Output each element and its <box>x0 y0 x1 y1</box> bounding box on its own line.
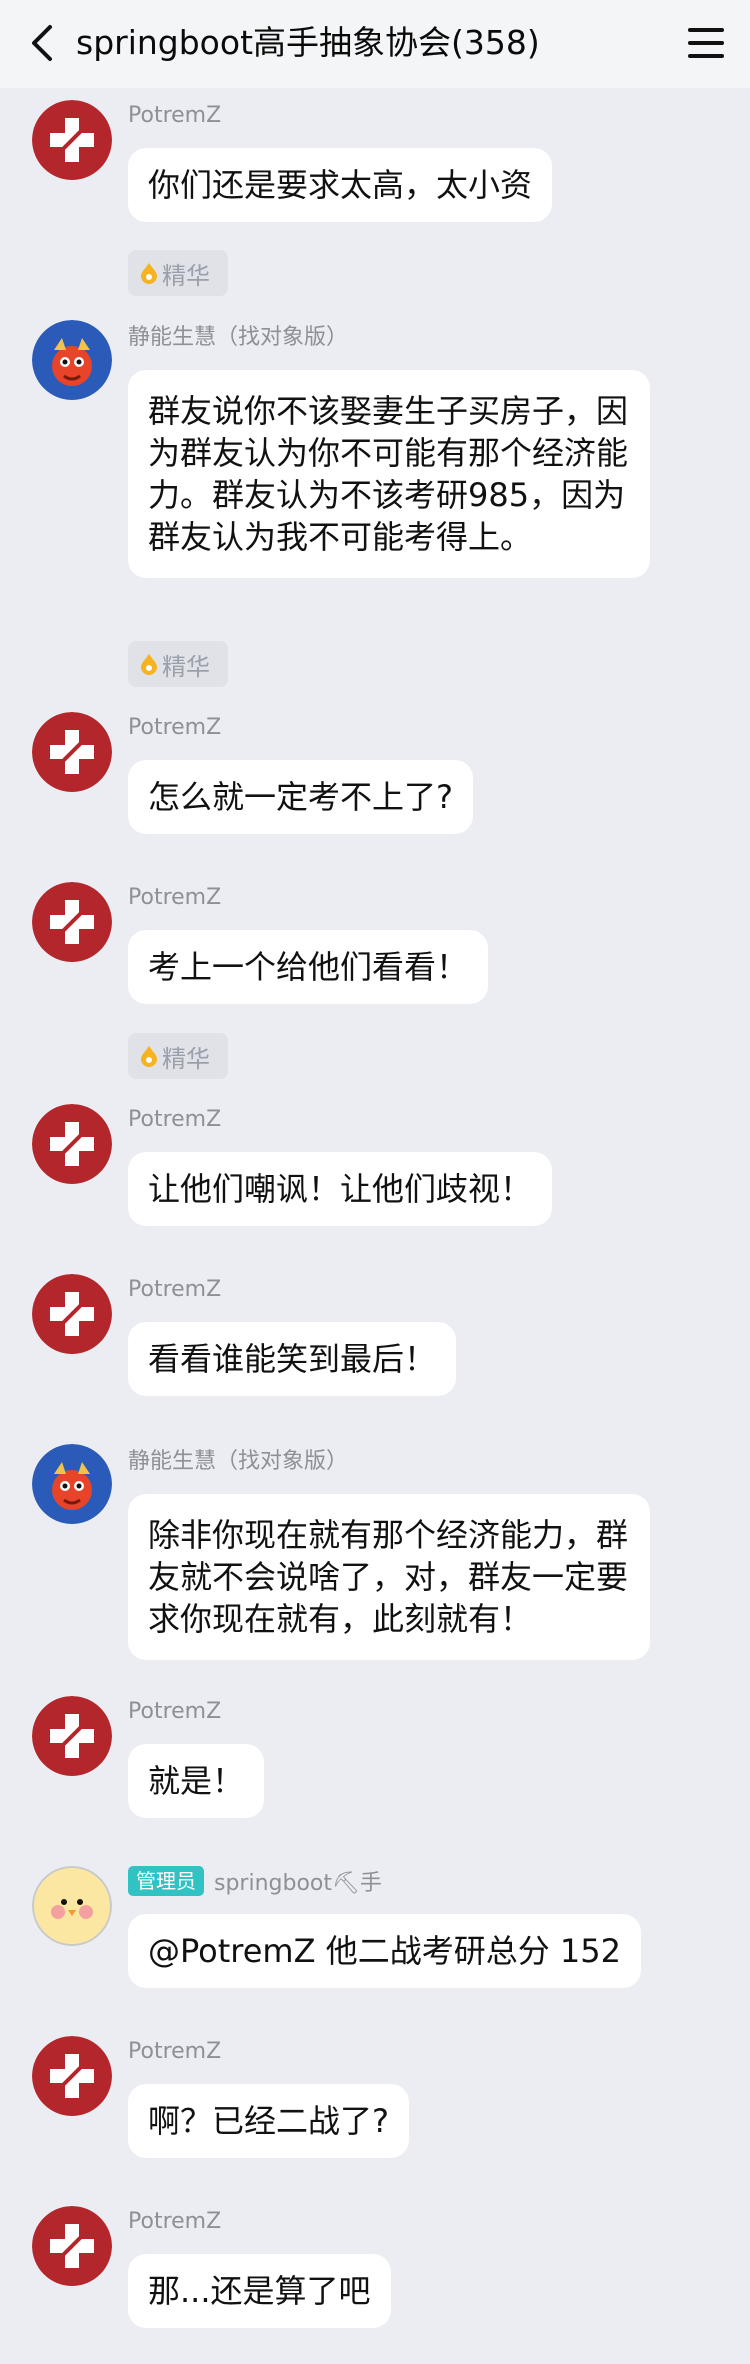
sender-name[interactable]: springboot⛏手 <box>214 1865 382 1897</box>
sender-name[interactable]: 静能生慧（找对象版） <box>128 319 348 351</box>
chat-title: springboot高手抽象协会(358) <box>76 23 540 62</box>
red-cross-avatar-icon <box>32 1696 112 1776</box>
flame-icon <box>141 263 157 284</box>
avatar[interactable] <box>32 712 112 792</box>
red-cross-avatar-icon <box>32 2036 112 2116</box>
flame-icon <box>141 654 157 675</box>
message-bubble[interactable]: 啊？已经二战了? <box>128 2084 409 2158</box>
menu-icon[interactable] <box>684 22 728 64</box>
nick-row: PotremZ <box>128 1696 221 1726</box>
sender-name[interactable]: PotremZ <box>128 2209 221 2234</box>
red-cross-avatar-icon <box>32 100 112 180</box>
sender-name[interactable]: PotremZ <box>128 885 221 910</box>
message-bubble[interactable]: 怎么就一定考不上了? <box>128 760 473 834</box>
dragon-avatar-icon <box>32 320 112 400</box>
sender-name[interactable]: PotremZ <box>128 1277 221 1302</box>
sender-name[interactable]: 静能生慧（找对象版） <box>128 1443 348 1475</box>
essence-label: 精华 <box>162 652 210 681</box>
message-bubble[interactable]: 看看谁能笑到最后！ <box>128 1322 457 1396</box>
back-button[interactable] <box>22 20 62 66</box>
message-bubble[interactable]: 考上一个给他们看看！ <box>128 930 489 1004</box>
chick-avatar-icon <box>32 1866 112 1946</box>
nick-row: PotremZ <box>128 100 221 130</box>
message-bubble[interactable]: 群友说你不该娶妻生子买房子，因为群友认为你不可能有那个经济能力。群友认为不该考研… <box>128 370 650 578</box>
sender-name[interactable]: PotremZ <box>128 2039 221 2064</box>
avatar[interactable] <box>32 1696 112 1776</box>
message-bubble[interactable]: 让他们嘲讽！让他们歧视！ <box>128 1152 553 1226</box>
sender-name[interactable]: PotremZ <box>128 715 221 740</box>
admin-badge: 管理员 <box>128 1866 204 1896</box>
avatar[interactable] <box>32 2036 112 2116</box>
nick-row: 静能生慧（找对象版） <box>128 320 348 350</box>
red-cross-avatar-icon <box>32 1274 112 1354</box>
nick-row: PotremZ <box>128 1274 221 1304</box>
avatar[interactable] <box>32 2206 112 2286</box>
red-cross-avatar-icon <box>32 712 112 792</box>
sender-name[interactable]: PotremZ <box>128 103 221 128</box>
message-bubble[interactable]: 你们还是要求太高，太小资 <box>128 148 553 222</box>
flame-icon <box>141 1046 157 1067</box>
avatar[interactable] <box>32 320 112 400</box>
chat-header: springboot高手抽象协会(358) <box>0 0 750 88</box>
avatar[interactable] <box>32 1444 112 1524</box>
essence-badge: 精华 <box>128 1033 228 1079</box>
essence-badge: 精华 <box>128 641 228 687</box>
red-cross-avatar-icon <box>32 2206 112 2286</box>
essence-badge: 精华 <box>128 250 228 296</box>
message-bubble[interactable]: 就是！ <box>128 1744 265 1818</box>
nick-row: PotremZ <box>128 712 221 742</box>
message-bubble[interactable]: 除非你现在就有那个经济能力，群友就不会说啥了，对，群友一定要求你现在就有，此刻就… <box>128 1494 650 1660</box>
essence-label: 精华 <box>162 1044 210 1073</box>
dragon-avatar-icon <box>32 1444 112 1524</box>
avatar[interactable] <box>32 1866 112 1946</box>
nick-row: 管理员 springboot⛏手 <box>128 1866 382 1896</box>
message-bubble[interactable]: 那...还是算了吧 <box>128 2254 391 2328</box>
avatar[interactable] <box>32 1274 112 1354</box>
nick-row: PotremZ <box>128 2206 221 2236</box>
nick-row: 静能生慧（找对象版） <box>128 1444 348 1474</box>
chevron-left-icon <box>32 25 52 61</box>
red-cross-avatar-icon <box>32 882 112 962</box>
nick-row: PotremZ <box>128 882 221 912</box>
avatar[interactable] <box>32 882 112 962</box>
message-bubble[interactable]: @PotremZ 他二战考研总分 152 <box>128 1914 641 1988</box>
essence-label: 精华 <box>162 261 210 290</box>
red-cross-avatar-icon <box>32 1104 112 1184</box>
avatar[interactable] <box>32 1104 112 1184</box>
sender-name[interactable]: PotremZ <box>128 1699 221 1724</box>
nick-row: PotremZ <box>128 2036 221 2066</box>
nick-row: PotremZ <box>128 1104 221 1134</box>
avatar[interactable] <box>32 100 112 180</box>
sender-name[interactable]: PotremZ <box>128 1107 221 1132</box>
